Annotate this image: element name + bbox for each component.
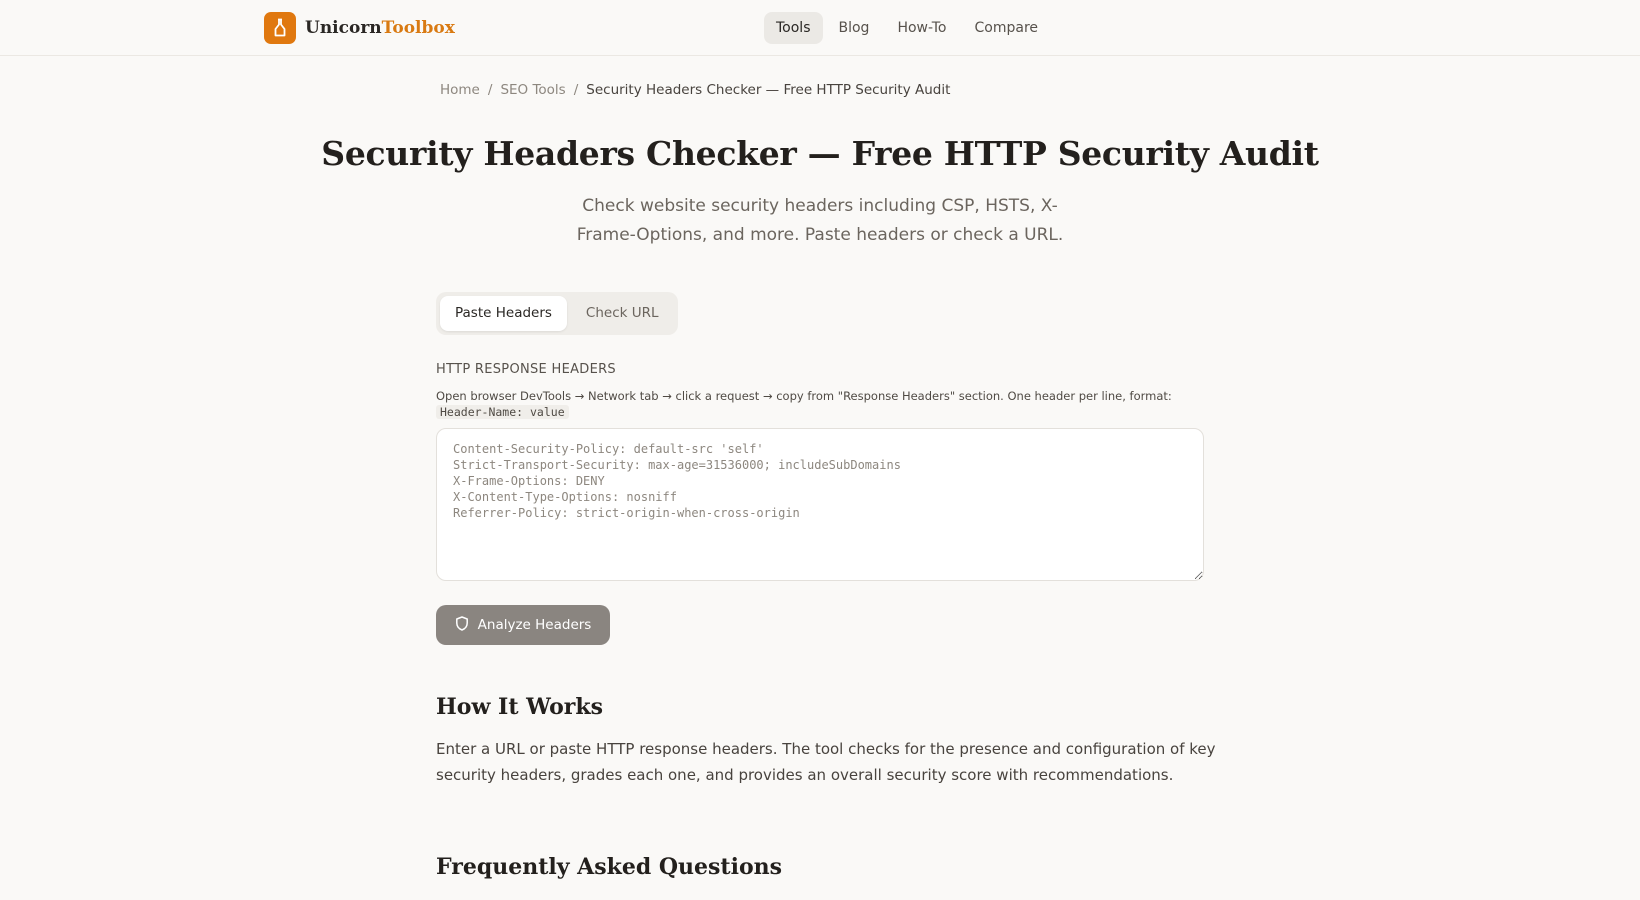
page-subtitle: Check website security headers including… xyxy=(576,196,1064,245)
nav-item-blog[interactable]: Blog xyxy=(827,12,882,44)
analyze-headers-button[interactable]: Analyze Headers xyxy=(436,605,610,645)
nav-item-how-to[interactable]: How-To xyxy=(885,12,958,44)
breadcrumb: Home / SEO Tools / Security Headers Chec… xyxy=(440,82,950,98)
analyze-button-label: Analyze Headers xyxy=(477,617,592,633)
tab-check-url[interactable]: Check URL xyxy=(571,296,674,331)
brand-name: UnicornToolbox xyxy=(305,18,455,38)
help-format-code: Header-Name: value xyxy=(436,405,569,419)
breadcrumb-separator: / xyxy=(573,82,579,98)
how-it-works-heading: How It Works xyxy=(436,694,603,720)
headers-field-help: Open browser DevTools → Network tab → cl… xyxy=(436,388,1196,420)
tab-paste-headers[interactable]: Paste Headers xyxy=(440,296,567,331)
top-nav: UnicornToolbox Tools Blog How-To Compare xyxy=(0,0,1640,56)
help-text: Open browser DevTools → Network tab → cl… xyxy=(436,389,1172,403)
headers-field-label: HTTP RESPONSE HEADERS xyxy=(436,362,616,377)
faq-heading: Frequently Asked Questions xyxy=(436,854,783,880)
how-it-works-body: Enter a URL or paste HTTP response heade… xyxy=(436,740,1216,784)
page-title: Security Headers Checker — Free HTTP Sec… xyxy=(321,134,1319,173)
main-nav: Tools Blog How-To Compare xyxy=(764,12,1050,44)
breadcrumb-seo-tools[interactable]: SEO Tools xyxy=(500,82,565,98)
breadcrumb-separator: / xyxy=(487,82,493,98)
nav-item-tools[interactable]: Tools xyxy=(764,12,823,44)
headers-textarea[interactable] xyxy=(436,428,1204,581)
shield-icon xyxy=(455,615,469,635)
brand-logo-link[interactable]: UnicornToolbox xyxy=(264,12,455,44)
input-mode-tabs: Paste Headers Check URL xyxy=(436,292,678,335)
breadcrumb-current: Security Headers Checker — Free HTTP Sec… xyxy=(586,82,951,98)
nav-item-compare[interactable]: Compare xyxy=(963,12,1051,44)
unicorn-bottle-icon xyxy=(264,12,296,44)
breadcrumb-home[interactable]: Home xyxy=(440,82,480,98)
